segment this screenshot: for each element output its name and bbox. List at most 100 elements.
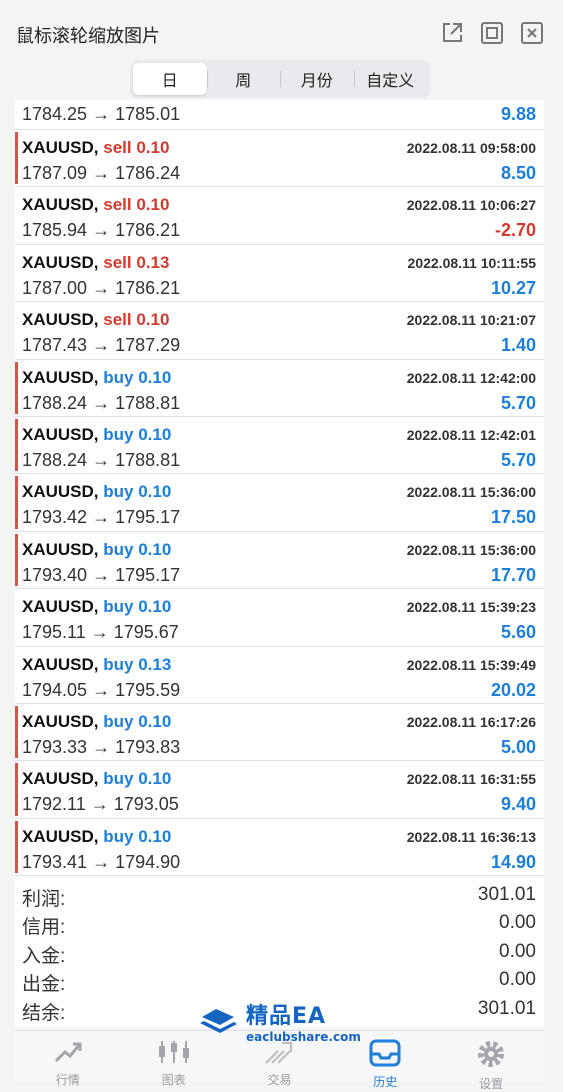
trade-symbol: XAUUSD, (22, 367, 99, 387)
summary-credit: 信用: 0.00 (15, 906, 544, 938)
trade-row[interactable]: XAUUSD, buy 0.13 2022.08.11 15:39:49 1794.… (15, 647, 544, 704)
trade-title: XAUUSD, buy 0.10 (22, 482, 171, 502)
trade-row[interactable]: XAUUSD, buy 0.10 2022.08.11 15:36:00 1793.… (15, 474, 544, 532)
trade-symbol: XAUUSD, (22, 539, 99, 559)
trade-side: buy 0.10 (103, 769, 172, 789)
trade-time: 2022.08.11 10:21:07 (406, 312, 536, 329)
trade-row[interactable]: XAUUSD, buy 0.10 2022.08.11 12:42:01 1788.… (15, 417, 544, 475)
trade-profit: 20.02 (490, 679, 536, 700)
trade-symbol: XAUUSD, (22, 252, 99, 272)
logo-icon (198, 1005, 238, 1043)
list-item[interactable]: 1784.25 → 1785.01 9.88 (15, 100, 544, 130)
trade-time: 2022.08.11 16:31:55 (406, 771, 536, 788)
trade-prices: 1793.40 → 1795.17 (22, 564, 181, 585)
open-external-icon[interactable] (439, 20, 465, 46)
nav-quotes[interactable]: 行情 (15, 1031, 121, 1087)
trade-title: XAUUSD, sell 0.13 (22, 253, 169, 273)
trade-time: 2022.08.11 10:06:27 (406, 197, 536, 214)
summary-value: 0.00 (499, 912, 536, 934)
trade-row[interactable]: XAUUSD, sell 0.13 2022.08.11 10:11:55 1787… (15, 245, 544, 303)
trade-profit: 14.90 (490, 851, 536, 872)
position-marker (15, 476, 18, 529)
trade-time: 2022.08.11 15:36:00 (406, 541, 536, 558)
trade-prices: 1787.43 → 1787.29 (22, 335, 181, 356)
maximize-icon[interactable] (479, 20, 505, 46)
tab-day[interactable]: 日 (133, 63, 207, 95)
trade-symbol: XAUUSD, (22, 597, 99, 617)
trade-profit: 9.40 (500, 794, 536, 815)
trade-row[interactable]: XAUUSD, sell 0.10 2022.08.11 10:21:07 1787… (15, 302, 544, 360)
position-marker (15, 132, 18, 185)
trade-profit: 5.70 (500, 392, 536, 413)
trade-title: XAUUSD, buy 0.10 (22, 540, 171, 560)
trade-history-list: 1784.25 → 1785.01 9.88 XAUUSD, sell 0.10… (15, 100, 544, 878)
trade-prices: 1793.41 → 1794.90 (22, 851, 181, 872)
summary-deposit: 入金: 0.00 (15, 935, 544, 967)
tab-week-label: 周 (235, 71, 252, 90)
period-tabs: 日 周 月份 自定义 (130, 60, 430, 98)
trade-side: buy 0.10 (103, 367, 172, 387)
trade-time: 2022.08.11 12:42:00 (406, 369, 536, 386)
nav-label: 设置 (479, 1077, 504, 1091)
trade-prices: 1788.24 → 1788.81 (22, 449, 181, 470)
nav-label: 历史 (373, 1075, 398, 1089)
tab-month[interactable]: 月份 (280, 63, 354, 95)
nav-settings[interactable]: 设置 (438, 1031, 544, 1091)
trade-profit: 5.00 (500, 736, 536, 757)
trade-profit: 8.50 (500, 163, 536, 183)
trade-prices: 1793.42 → 1795.17 (22, 507, 181, 528)
trade-title: XAUUSD, sell 0.10 (22, 195, 169, 215)
trade-prices: 1793.33 → 1793.83 (22, 736, 181, 757)
gear-icon (476, 1039, 506, 1073)
trade-symbol: XAUUSD, (22, 195, 99, 215)
trade-prices: 1794.05 → 1795.59 (22, 679, 181, 700)
trade-profit: 17.70 (490, 564, 536, 585)
position-marker (15, 418, 18, 472)
position-marker (15, 705, 18, 759)
trade-symbol: XAUUSD, (22, 138, 99, 157)
trade-symbol: XAUUSD, (22, 769, 99, 789)
trade-side: sell 0.10 (103, 310, 170, 330)
candlestick-icon (157, 1039, 191, 1069)
trade-prices: 1784.25 → 1785.01 (22, 104, 181, 124)
trade-row[interactable]: XAUUSD, buy 0.10 2022.08.11 12:42:00 1788.… (15, 360, 544, 417)
trade-row[interactable]: XAUUSD, buy 0.10 2022.08.11 16:36:13 1793.… (15, 819, 544, 877)
trade-title: XAUUSD, buy 0.10 (22, 827, 171, 847)
trade-prices: 1792.11 → 1793.05 (22, 794, 179, 815)
trade-profit: -2.70 (494, 220, 536, 241)
trade-profit: 5.70 (500, 449, 536, 470)
tab-month-label: 月份 (300, 71, 333, 90)
trade-profit: 17.50 (490, 507, 536, 528)
trade-symbol: XAUUSD, (22, 424, 99, 444)
tab-custom-label: 自定义 (366, 71, 415, 90)
trade-row[interactable]: XAUUSD, sell 0.10 2022.08.11 10:06:27 1785… (15, 187, 544, 245)
trade-profit: 9.88 (500, 104, 536, 124)
tab-week[interactable]: 周 (206, 63, 281, 95)
trade-row[interactable]: XAUUSD, buy 0.10 2022.08.11 16:31:55 1792.… (15, 761, 544, 819)
window-title: 鼠标滚轮缩放图片 (16, 26, 160, 47)
trade-title: XAUUSD, buy 0.10 (22, 425, 171, 445)
trade-row[interactable]: XAUUSD, sell 0.10 2022.08.11 09:58:00 1787… (15, 130, 544, 188)
trade-title: XAUUSD, buy 0.10 (22, 597, 171, 617)
trade-side: buy 0.13 (103, 654, 172, 674)
tab-custom[interactable]: 自定义 (353, 63, 428, 95)
trade-prices: 1785.94 → 1786.21 (22, 220, 181, 241)
position-marker (15, 533, 18, 587)
trade-title: XAUUSD, sell 0.10 (22, 310, 169, 330)
trade-side: sell 0.10 (103, 195, 170, 215)
trade-side: sell 0.10 (103, 138, 170, 157)
trade-row[interactable]: XAUUSD, buy 0.10 2022.08.11 15:36:00 1793.… (15, 532, 544, 590)
summary-profit: 利润: 301.01 (15, 878, 544, 910)
summary-value: 301.01 (477, 997, 536, 1019)
summary-value: 301.01 (477, 884, 536, 905)
position-marker (15, 763, 18, 816)
trade-row[interactable]: XAUUSD, buy 0.10 2022.08.11 15:39:23 1795.… (15, 589, 544, 647)
trade-time: 2022.08.11 15:39:23 (406, 599, 536, 616)
trade-title: XAUUSD, buy 0.13 (22, 655, 171, 675)
trade-side: buy 0.10 (103, 826, 172, 846)
summary-label: 结余: (22, 1002, 66, 1024)
close-icon[interactable] (519, 20, 545, 46)
trade-row[interactable]: XAUUSD, buy 0.10 2022.08.11 16:17:26 1793.… (15, 704, 544, 762)
trade-symbol: XAUUSD, (22, 711, 99, 731)
trade-title: XAUUSD, sell 0.10 (22, 138, 169, 158)
